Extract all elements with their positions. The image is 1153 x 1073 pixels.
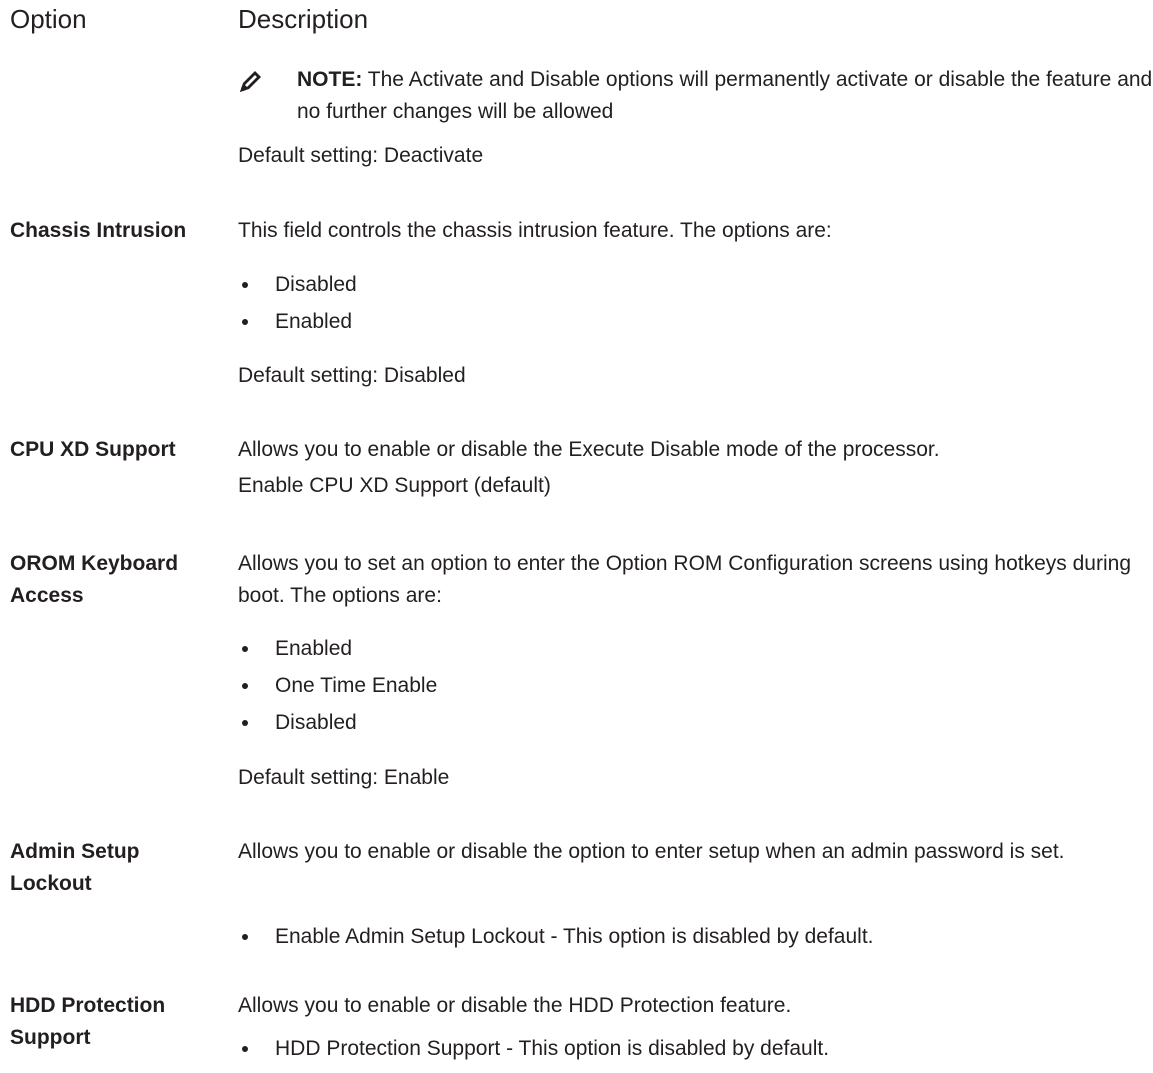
orom-keyboard-access-label: OROM Keyboard Access (10, 552, 179, 607)
table-header: Option Description (0, 0, 1153, 40)
admin-setup-lockout-description: Allows you to enable or disable the opti… (238, 840, 1065, 863)
orom-keyboard-access-options: Enabled One Time Enable Disabled (238, 630, 437, 741)
hdd-protection-support-description: Allows you to enable or disable the HDD … (238, 994, 792, 1017)
admin-setup-lockout-label: Admin Setup Lockout (10, 840, 140, 895)
cpu-xd-support-label: CPU XD Support (10, 438, 176, 461)
list-item: Enabled (238, 630, 437, 667)
pencil-note-icon (240, 71, 261, 92)
hdd-protection-support-label: HDD Protection Support (10, 994, 166, 1049)
orom-keyboard-access-default: Default setting: Enable (238, 766, 450, 789)
orom-keyboard-access-description: Allows you to set an option to enter the… (238, 552, 1131, 607)
list-item: Disabled (238, 704, 437, 741)
chassis-intrusion-default: Default setting: Disabled (238, 364, 466, 387)
chassis-intrusion-description: This field controls the chassis intrusio… (238, 219, 832, 242)
chassis-intrusion-options: Disabled Enabled (238, 266, 357, 340)
list-item: Disabled (238, 266, 357, 303)
list-item: HDD Protection Support - This option is … (238, 1030, 829, 1067)
cpu-xd-support-default: Enable CPU XD Support (default) (238, 474, 551, 497)
option-column-header: Option (10, 4, 87, 34)
note-label: NOTE: (297, 68, 363, 91)
tpm-default-setting: Default setting: Deactivate (238, 144, 484, 167)
description-column-header: Description (238, 4, 369, 34)
list-item: Enable Admin Setup Lockout - This option… (238, 918, 874, 955)
note-text: NOTE: The Activate and Disable options w… (297, 64, 1153, 128)
list-item: One Time Enable (238, 667, 437, 704)
list-item: Enabled (238, 303, 357, 340)
note-body: The Activate and Disable options will pe… (297, 68, 1153, 123)
hdd-protection-support-options: HDD Protection Support - This option is … (238, 1030, 829, 1067)
admin-setup-lockout-options: Enable Admin Setup Lockout - This option… (238, 918, 874, 955)
cpu-xd-support-description: Allows you to enable or disable the Exec… (238, 438, 940, 461)
chassis-intrusion-label: Chassis Intrusion (10, 219, 187, 242)
